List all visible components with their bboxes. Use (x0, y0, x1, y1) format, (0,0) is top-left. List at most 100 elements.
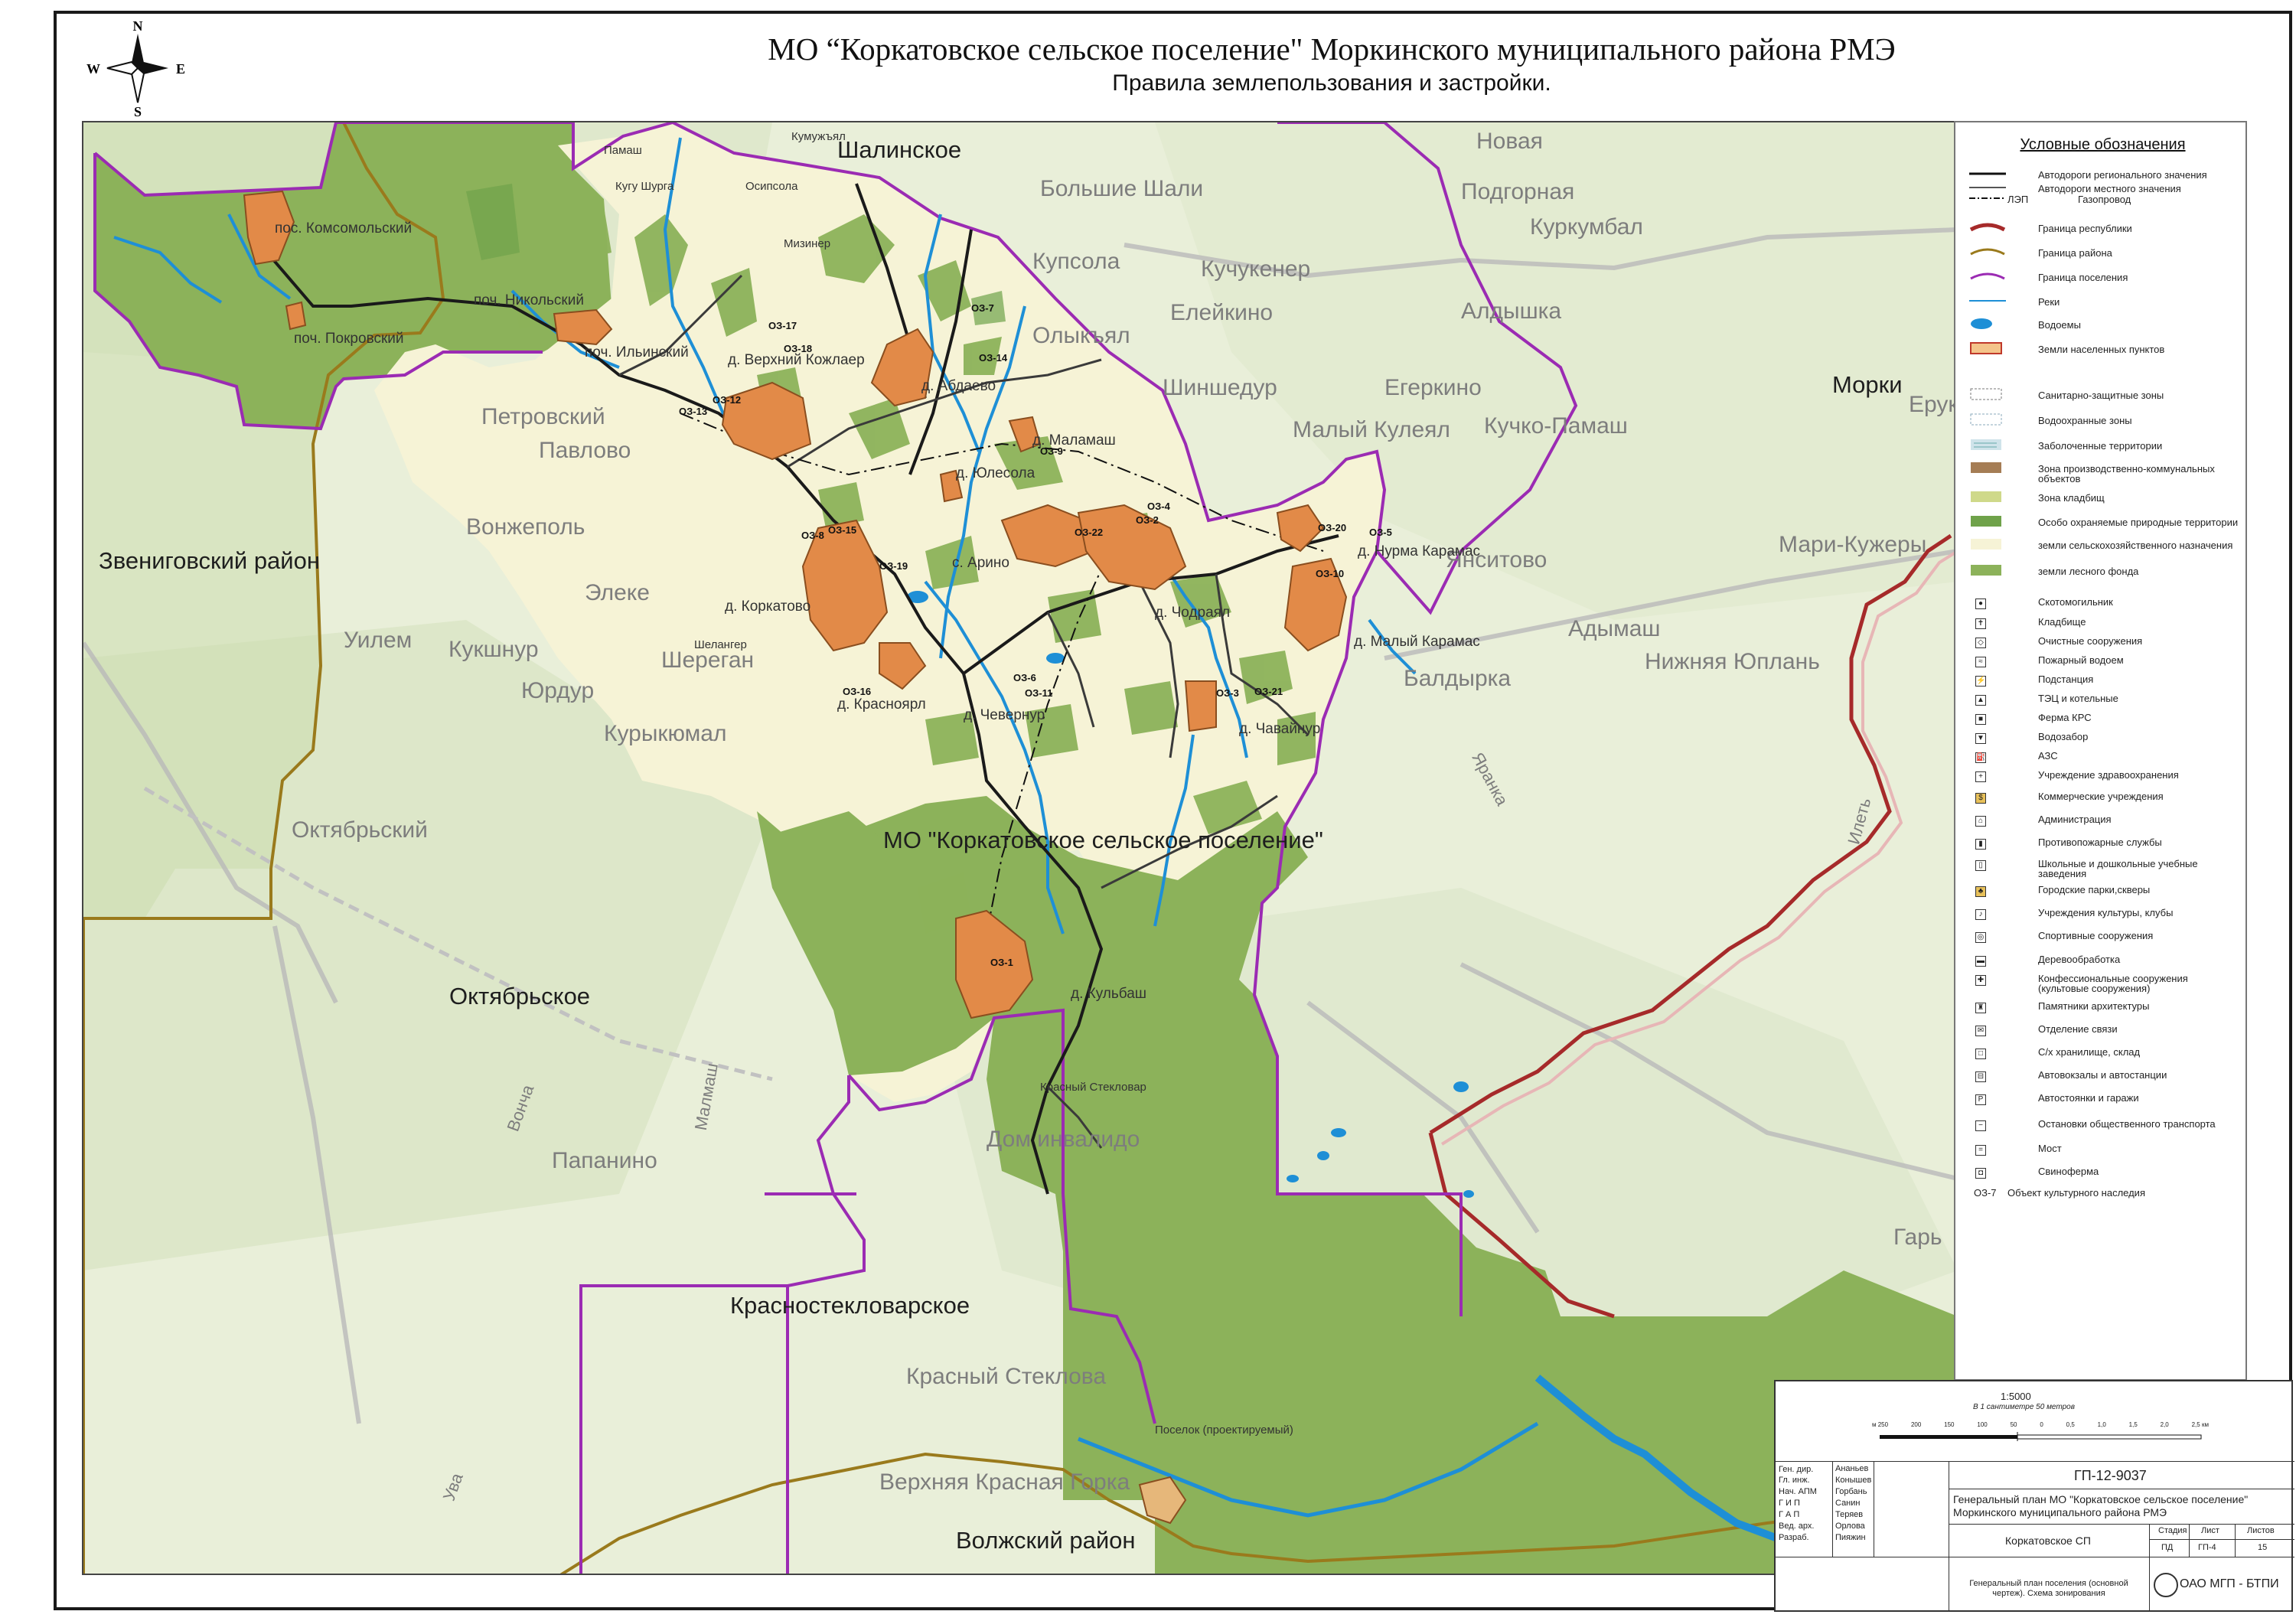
place-novaya: Новая (1476, 129, 1543, 154)
zone-oz-11: ОЗ-11 (1025, 687, 1053, 699)
place-eleykino: Елейкино (1170, 300, 1274, 325)
health-icon: + (1975, 771, 1986, 782)
legend-item-woodworking: ▬ Деревообработка (1975, 954, 2121, 967)
place-dom-invalidov: Дом инвалидо (987, 1127, 1140, 1152)
place-krasnostek: Красностекловарское (730, 1292, 970, 1319)
legend-item-storage: □ С/х хранилище, склад (1963, 1047, 2239, 1059)
place-kurkumbal: Куркумбал (1530, 214, 1643, 240)
object-name: Коркатовское СП (2005, 1535, 2091, 1547)
place-pavlovo: Павлово (539, 438, 631, 463)
place-zvenigovskiy: Звениговский район (99, 547, 320, 574)
zone-oz-8: ОЗ-8 (801, 530, 824, 541)
place-mari-kuzhery: Мари-Кужеры (1779, 532, 1927, 557)
pig-farm-icon: ◘ (1975, 1168, 1986, 1179)
place-aldyshka: Алдышка (1461, 298, 1562, 324)
stage-header: Стадия (2158, 1526, 2187, 1535)
zone-oz-4: ОЗ-4 (1147, 501, 1170, 512)
place-chodrayal: д. Чодраял (1155, 605, 1231, 621)
cattle-burial-icon: ● (1975, 598, 1986, 609)
place-egerkino: Егеркино (1384, 375, 1482, 400)
sheets-value: 15 (2258, 1543, 2268, 1552)
bridge-icon: = (1975, 1145, 1986, 1156)
administration-icon: ⌂ (1975, 816, 1986, 827)
place-kugu-shurga: Кугу Шурга (615, 180, 674, 193)
place-verh-kozhlaer: д. Верхний Кожлаер (728, 352, 865, 368)
gas-station-icon: ⛽ (1975, 752, 1986, 763)
title-block: 1:5000 В 1 сантиметре 50 метров м 250 200… (1774, 1380, 2294, 1612)
page-title: МО “Коркатовское сельское поселение" Мор… (768, 31, 1896, 67)
legend-item-boiler: ▲ ТЭЦ и котельные (1963, 693, 2239, 706)
place-krasnoyar: д. Красноярл (837, 696, 926, 713)
zone-oz-12: ОЗ-12 (713, 394, 742, 406)
commercial-icon: $ (1975, 793, 1986, 804)
zone-oz-19: ОЗ-19 (879, 560, 908, 572)
zone-oz-5: ОЗ-5 (1369, 527, 1392, 538)
place-nizhnyaya-yuplan: Нижняя Юплань (1645, 649, 1820, 674)
place-verh-krasnaya-gorka: Верхняя Красная Горка (879, 1469, 1130, 1495)
legend-item-religious: ✚ Конфессиональные сооружения (культовые … (1963, 974, 2239, 993)
school-icon: ▯ (1975, 860, 1986, 871)
legend-item-sports: ◎ Спортивные сооружения (1963, 931, 2239, 943)
place-gar: Гарь (1893, 1225, 1942, 1250)
role-3: Г И П (1779, 1499, 1800, 1508)
water-intake-icon: ▼ (1975, 733, 1986, 744)
zone-oz-3: ОЗ-3 (1216, 687, 1239, 699)
legend-item-monuments: ♜ Памятники архитектуры (1963, 1001, 2239, 1013)
place-malyy-kuleyal: Малый Кулеял (1293, 417, 1450, 442)
zone-oz-20: ОЗ-20 (1318, 522, 1347, 533)
place-nikolskiy: поч. Никольский (474, 292, 584, 308)
sheet-header: Лист (2201, 1526, 2219, 1535)
zone-oz-16: ОЗ-16 (843, 686, 872, 697)
place-korkatovo: д. Коркатово (725, 598, 811, 615)
place-pamash: Памаш (604, 144, 642, 157)
post-office-icon: ✉ (1975, 1026, 1986, 1036)
role-6: Разраб. (1779, 1533, 1809, 1542)
role-5: Вед. арх. (1779, 1522, 1815, 1531)
legend-item-cattle-farm: ■ Ферма КРС (1963, 713, 2239, 725)
sheet-title: Генеральный план поселения (основной чер… (1969, 1579, 2128, 1598)
woodworking-icon: ▬ (1975, 956, 1986, 967)
place-malyy-karamas: д. Малый Карамас (1354, 634, 1480, 650)
zone-oz-6: ОЗ-6 (1013, 672, 1036, 683)
storage-icon: □ (1975, 1049, 1986, 1059)
sheet-value: ГП-4 (2198, 1543, 2216, 1552)
place-elekeyevo: Элеке (585, 580, 650, 605)
place-morki: Морки (1832, 371, 1903, 398)
zone-oz-14: ОЗ-14 (979, 352, 1008, 364)
sheets-header: Листов (2247, 1526, 2275, 1535)
name-3: Санин (1835, 1499, 1861, 1508)
place-komsomolskiy: пос. Комсомольский (275, 220, 413, 236)
place-krasny-steklovar: Красный Стеклова (906, 1364, 1107, 1389)
legend-item-administration: ⌂ Администрация (1963, 814, 2239, 827)
legend-item-parking: P Автостоянки и гаражи (1963, 1093, 2239, 1105)
place-kurykyumal: Курыкюмал (604, 721, 727, 746)
place-oktyabrskoe: Октябрьское (449, 983, 591, 1009)
drawing-description: Генеральный план МО "Коркатовское сельск… (1953, 1493, 2249, 1518)
legend-item-bus-stops: − Остановки общественного транспорта (1963, 1119, 2239, 1131)
legend-item-water-intake: ▼ Водозабор (1963, 732, 2239, 744)
culture-icon: ♪ (1975, 909, 1986, 920)
place-pokrovskiy: поч. Покровский (294, 331, 404, 347)
place-shelanger: Шелангер (694, 638, 747, 651)
place-adymash: Адымаш (1568, 616, 1661, 641)
role-0: Ген. дир. (1779, 1465, 1814, 1474)
bus-station-icon: ⊟ (1975, 1071, 1986, 1082)
substation-icon: ⚡ (1975, 676, 1986, 687)
place-yulesola: д. Юлесола (956, 465, 1035, 481)
company-logo-icon (2154, 1573, 2178, 1597)
place-mizinier: Мизинер (784, 237, 831, 250)
legend-item-health: + Учреждение здравоохранения (1963, 770, 2239, 782)
place-papanino: Папанино (552, 1148, 657, 1173)
place-kumuzhyal: Кумужъял (791, 130, 846, 143)
compass-rose-icon: N S W E (84, 18, 191, 119)
fire-pond-icon: ≈ (1975, 657, 1986, 667)
cemetery-icon: ✝ (1975, 618, 1986, 629)
legend-item-gas-station: ⛽ АЗС (1975, 750, 2058, 763)
place-kupsola: Купсола (1032, 249, 1120, 274)
map-canvas[interactable]: Шалинское Большие Шали Новая Подгорная К… (82, 121, 1956, 1575)
place-vonzhepol: Вонжеполь (466, 514, 585, 540)
fire-service-icon: ▮ (1975, 839, 1986, 850)
place-poselok-proekt: Поселок (проектируемый) (1155, 1424, 1293, 1437)
place-shinshedur: Шиншедур (1163, 375, 1277, 400)
legend-item-schools: ▯ Школьные и дошкольные учебные заведения (1963, 859, 2239, 879)
